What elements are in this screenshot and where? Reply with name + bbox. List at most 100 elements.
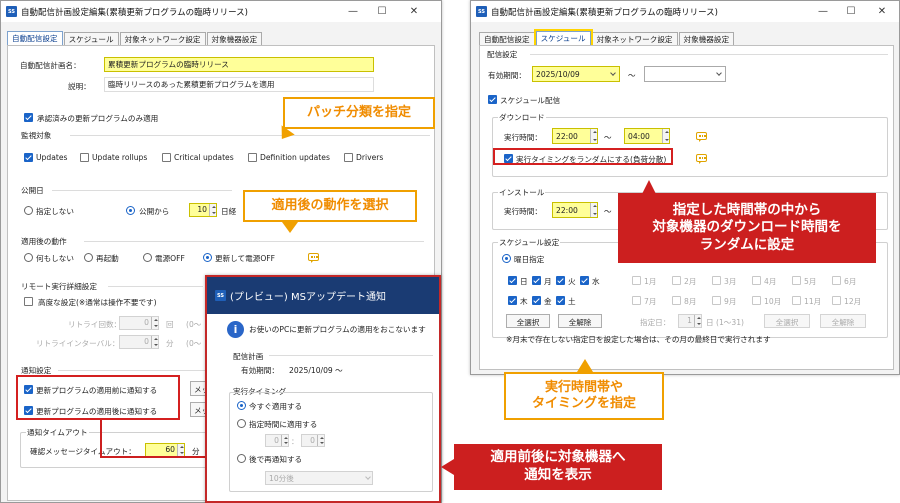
month-1-label: 1月 <box>644 277 657 286</box>
install-start-stepper[interactable]: 22:00 <box>552 202 598 218</box>
weekday-mon-checkbox[interactable] <box>532 276 541 285</box>
advanced-checkbox[interactable] <box>24 297 33 306</box>
plan-name-field[interactable]: 累積更新プログラムの臨時リリース <box>104 57 374 72</box>
download-start-spin[interactable] <box>590 129 597 143</box>
month-2-checkbox[interactable] <box>672 276 681 285</box>
weekday-mode-radio[interactable] <box>502 254 511 263</box>
retry-interval-spin[interactable] <box>151 336 158 348</box>
tab-bar: 自動配信設定 スケジュール 対象ネットワーク設定 対象機器設定 <box>7 31 263 46</box>
drivers-checkbox[interactable] <box>344 153 353 162</box>
period-end-picker[interactable] <box>644 66 726 82</box>
minute-value: 0 <box>310 436 315 445</box>
download-end-spin[interactable] <box>662 129 669 143</box>
publish-days-stepper[interactable]: 10 <box>189 203 217 217</box>
day-spin[interactable] <box>694 315 701 327</box>
close-button[interactable]: ✕ <box>875 4 889 18</box>
description-field[interactable]: 臨時リリースのあった累積更新プログラムを適用 <box>104 77 374 92</box>
retry-count-stepper[interactable]: 0 <box>119 316 159 330</box>
month-clear-all-button[interactable]: 全解除 <box>820 314 866 328</box>
month-5-checkbox[interactable] <box>792 276 801 285</box>
message-icon[interactable] <box>308 253 319 263</box>
callout-notify: 適用前後に対象機器へ 通知を表示 <box>454 444 662 490</box>
tab-target-network[interactable]: 対象ネットワーク設定 <box>119 32 206 45</box>
month-8-checkbox[interactable] <box>672 296 681 305</box>
tab-target-device[interactable]: 対象機器設定 <box>206 32 263 45</box>
minimize-button[interactable]: — <box>816 4 830 18</box>
tab-auto-delivery[interactable]: 自動配信設定 <box>7 31 63 45</box>
month-11-checkbox[interactable] <box>792 296 801 305</box>
after-section-title: 適用後の動作 <box>20 236 68 247</box>
download-end-stepper[interactable]: 04:00 <box>624 128 670 144</box>
timeout-stepper[interactable]: 60 <box>145 443 185 457</box>
weekday-sat-checkbox[interactable] <box>556 296 565 305</box>
month-9-checkbox[interactable] <box>712 296 721 305</box>
maximize-button[interactable]: ☐ <box>375 4 389 18</box>
after-restart-radio[interactable] <box>84 253 93 262</box>
right-window: SS 自動配信計画設定編集(累積更新プログラムの臨時リリース) — ☐ ✕ 自動… <box>470 0 900 375</box>
after-poweroff-radio[interactable] <box>143 253 152 262</box>
tab-auto-delivery[interactable]: 自動配信設定 <box>479 32 535 45</box>
message-icon[interactable] <box>696 132 707 142</box>
tab-target-device[interactable]: 対象機器設定 <box>678 32 735 45</box>
weekday-tue-checkbox[interactable] <box>556 276 565 285</box>
tab-schedule[interactable]: スケジュール <box>63 32 119 45</box>
timeout-spin[interactable] <box>177 444 184 456</box>
weekday-fri-checkbox[interactable] <box>532 296 541 305</box>
remind-later-radio[interactable] <box>237 454 246 463</box>
remind-later-select[interactable]: 10分後 <box>265 471 373 485</box>
maximize-button[interactable]: ☐ <box>844 4 858 18</box>
hour-spin[interactable] <box>281 435 288 446</box>
day-stepper[interactable]: 1 <box>678 314 702 328</box>
after-update-poweroff-radio[interactable] <box>203 253 212 262</box>
minute-spin[interactable] <box>317 435 324 446</box>
retry-count-spin[interactable] <box>151 317 158 329</box>
weekday-select-all-button[interactable]: 全選択 <box>506 314 550 328</box>
schedule-delivery-checkbox[interactable] <box>488 95 497 104</box>
month-10-label: 10月 <box>764 297 782 306</box>
after-poweroff-label: 電源OFF <box>155 254 185 263</box>
message-icon[interactable] <box>696 154 707 164</box>
month-4-checkbox[interactable] <box>752 276 761 285</box>
publish-none-radio[interactable] <box>24 206 33 215</box>
preview-period-value: 2025/10/09 ～ <box>289 366 343 375</box>
close-button[interactable]: ✕ <box>407 4 421 18</box>
weekday-clear-all-button[interactable]: 全解除 <box>558 314 602 328</box>
month-1-checkbox[interactable] <box>632 276 641 285</box>
period-start-picker[interactable]: 2025/10/09 <box>532 66 620 82</box>
after-nothing-radio[interactable] <box>24 253 33 262</box>
month-select-all-button[interactable]: 全選択 <box>764 314 810 328</box>
month-9-label: 9月 <box>724 297 737 306</box>
weekday-thu-checkbox[interactable] <box>508 296 517 305</box>
timeout-value: 60 <box>165 445 175 454</box>
download-tilde: ～ <box>604 133 612 142</box>
weekday-sun-checkbox[interactable] <box>508 276 517 285</box>
updates-checkbox[interactable] <box>24 153 33 162</box>
description-label: 説明： <box>68 82 91 91</box>
month-7-checkbox[interactable] <box>632 296 641 305</box>
tab-target-network[interactable]: 対象ネットワーク設定 <box>591 32 678 45</box>
month-12-checkbox[interactable] <box>832 296 841 305</box>
schedule-delivery-label: スケジュール配信 <box>500 96 561 105</box>
monitor-divider <box>70 135 430 136</box>
publish-days-spin[interactable] <box>209 204 216 216</box>
month-3-checkbox[interactable] <box>712 276 721 285</box>
critical-updates-checkbox[interactable] <box>162 153 171 162</box>
month-6-checkbox[interactable] <box>832 276 841 285</box>
definition-updates-checkbox[interactable] <box>248 153 257 162</box>
apply-now-radio[interactable] <box>237 401 246 410</box>
retry-interval-stepper[interactable]: 0 <box>119 335 159 349</box>
minimize-button[interactable]: — <box>346 4 360 18</box>
tab-schedule[interactable]: スケジュール <box>533 29 593 47</box>
download-group <box>492 117 888 177</box>
approved-only-checkbox[interactable] <box>24 113 33 122</box>
publish-from-radio[interactable] <box>126 206 135 215</box>
install-start-spin[interactable] <box>590 203 597 217</box>
apply-time-radio[interactable] <box>237 419 246 428</box>
callout-timing: 実行時間帯や タイミングを指定 <box>504 372 664 420</box>
minute-stepper[interactable]: 0 <box>301 434 325 447</box>
weekday-wed-checkbox[interactable] <box>580 276 589 285</box>
download-start-stepper[interactable]: 22:00 <box>552 128 598 144</box>
update-rollups-checkbox[interactable] <box>80 153 89 162</box>
hour-stepper[interactable]: 0 <box>265 434 289 447</box>
month-10-checkbox[interactable] <box>752 296 761 305</box>
